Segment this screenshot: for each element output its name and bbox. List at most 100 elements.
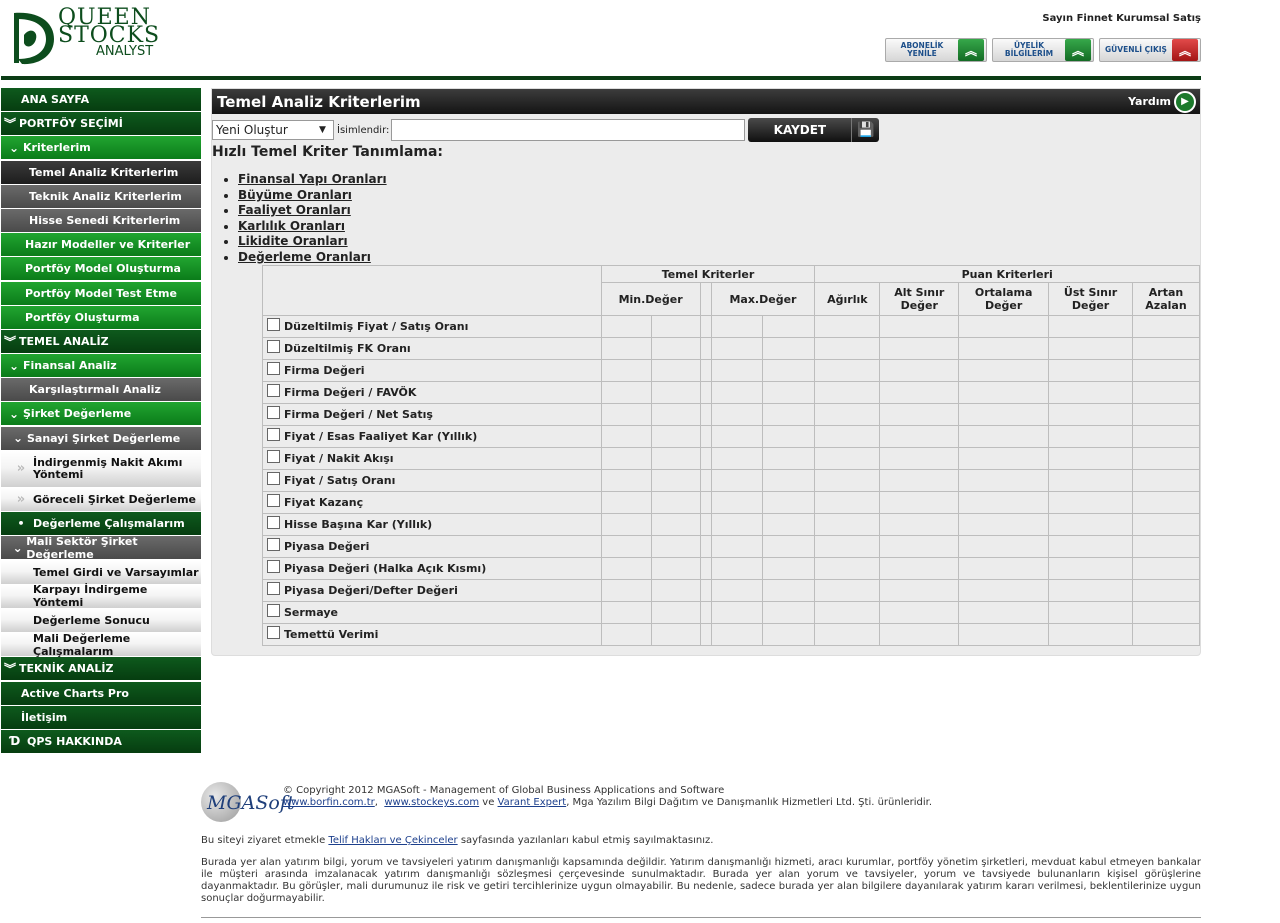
table-cell	[699, 513, 712, 536]
criteria-checkbox[interactable]	[267, 362, 280, 375]
terms-link[interactable]: Telif Hakları ve Çekinceler	[328, 835, 457, 846]
sidebar-item-technical-analysis[interactable]: ︾ TEKNİK ANALİZ	[1, 657, 201, 681]
table-cell	[762, 601, 816, 624]
sidebar-item-label: Şirket Değerleme	[23, 407, 132, 421]
criteria-checkbox[interactable]	[267, 560, 280, 573]
table-row: Piyasa Değeri (Halka Açık Kısmı)	[262, 557, 1201, 580]
sidebar-item-label: Portföy Model Oluşturma	[25, 262, 181, 276]
table-cell	[699, 469, 712, 492]
sidebar-item-stock-criteria[interactable]: Hisse Senedi Kriterlerim	[1, 208, 201, 232]
criteria-select[interactable]: Yeni Oluştur ▼	[212, 120, 334, 140]
help-button[interactable]: Yardım ▶	[1128, 90, 1196, 113]
table-cell	[650, 535, 701, 558]
table-cell	[1131, 535, 1201, 558]
table-cell	[1131, 337, 1201, 360]
table-row: Piyasa Değeri	[262, 535, 1201, 558]
sidebar-nav: ANA SAYFA ︾ PORTFÖY SEÇİMİ ⌄ Kriterlerim T…	[1, 88, 201, 754]
criteria-checkbox[interactable]	[267, 494, 280, 507]
chevron-down-icon: ⌄	[8, 358, 20, 373]
criteria-name-input[interactable]	[391, 119, 746, 141]
save-button[interactable]: KAYDET 💾	[748, 118, 880, 142]
table-cell	[879, 425, 960, 448]
table-cell	[650, 623, 701, 646]
sidebar-item-industrial-valuation[interactable]: ⌄ Sanayi Şirket Değerleme	[1, 426, 201, 450]
sidebar-item-home[interactable]: ANA SAYFA	[1, 88, 201, 111]
criteria-checkbox[interactable]	[267, 582, 280, 595]
sidebar-item-valuation-result[interactable]: Değerleme Sonucu	[1, 608, 201, 632]
queen-stocks-logo[interactable]: QUEEN STOCKS ANALYST	[10, 7, 170, 67]
sidebar-item-financial-valuations[interactable]: Mali Değerleme Çalışmalarım	[1, 632, 201, 658]
criteria-name: Piyasa Değeri	[284, 540, 370, 553]
sidebar-item-dcf-method[interactable]: » İndirgenmiş Nakit Akımı Yöntemi	[1, 450, 201, 487]
table-cell	[1048, 535, 1133, 558]
sidebar-item-ready-models[interactable]: Hazır Modeller ve Kriterler	[1, 233, 201, 257]
sidebar-item-about-qps[interactable]: Ɗ QPS HAKKINDA	[1, 729, 201, 753]
table-row: Fiyat / Nakit Akışı	[262, 447, 1201, 470]
bullet-icon: •	[17, 517, 25, 531]
table-cell	[1048, 601, 1133, 624]
secure-logout-button[interactable]: GÜVENLİ ÇIKIŞ ︽	[1099, 38, 1201, 62]
criteria-name-cell: Düzeltilmiş Fiyat / Satış Oranı	[262, 315, 602, 338]
table-row: Düzeltilmiş Fiyat / Satış Oranı	[262, 315, 1201, 338]
sidebar-item-technical-criteria[interactable]: Teknik Analiz Kriterlerim	[1, 184, 201, 208]
criteria-name-cell: Piyasa Değeri	[262, 535, 602, 558]
sidebar-item-criteria[interactable]: ⌄ Kriterlerim	[1, 136, 201, 160]
sidebar-item-basic-inputs[interactable]: Temel Girdi ve Varsayımlar	[1, 560, 201, 584]
sidebar-item-portfolio-model-test[interactable]: Portföy Model Test Etme	[1, 281, 201, 305]
table-cell	[762, 513, 816, 536]
criteria-checkbox[interactable]	[267, 384, 280, 397]
list-item: Finansal Yapı Oranları	[238, 172, 387, 188]
criteria-checkbox[interactable]	[267, 472, 280, 485]
criteria-checkbox[interactable]	[267, 516, 280, 529]
table-cell	[1048, 469, 1133, 492]
sidebar-item-financial-sector-valuation[interactable]: ⌄ Mali Sektör Şirket Değerleme	[1, 535, 201, 561]
link-financial-structure[interactable]: Finansal Yapı Oranları	[238, 172, 387, 186]
criteria-checkbox[interactable]	[267, 538, 280, 551]
stockeys-link[interactable]: www.stockeys.com	[384, 797, 479, 808]
sidebar-item-relative-valuation[interactable]: » Göreceli Şirket Değerleme	[1, 488, 201, 511]
link-liquidity[interactable]: Likidite Oranları	[238, 234, 348, 248]
table-cell	[699, 359, 712, 382]
sidebar-item-active-charts[interactable]: Active Charts Pro	[1, 681, 201, 705]
sidebar-item-fundamental-analysis[interactable]: ︾ TEMEL ANALİZ	[1, 329, 201, 353]
criteria-checkbox[interactable]	[267, 428, 280, 441]
table-cell	[814, 403, 881, 426]
sidebar-item-financial-analysis[interactable]: ⌄ Finansal Analiz	[1, 354, 201, 378]
varant-expert-link[interactable]: Varant Expert	[498, 797, 567, 808]
table-cell	[710, 403, 764, 426]
link-valuation[interactable]: Değerleme Oranları	[238, 250, 371, 264]
link-activity[interactable]: Faaliyet Oranları	[238, 203, 351, 217]
criteria-name-cell: Firma Değeri	[262, 359, 602, 382]
sidebar-item-fundamental-criteria[interactable]: Temel Analiz Kriterlerim	[1, 160, 201, 184]
sidebar-item-company-valuation[interactable]: ⌄ Şirket Değerleme	[1, 402, 201, 426]
borfin-link[interactable]: www.borfin.com.tr	[283, 797, 375, 808]
criteria-checkbox[interactable]	[267, 340, 280, 353]
sidebar-item-portfolio-create[interactable]: Portföy Oluşturma	[1, 305, 201, 329]
table-cell	[762, 491, 816, 514]
criteria-checkbox[interactable]	[267, 626, 280, 639]
criteria-name: Piyasa Değeri/Defter Değeri	[284, 584, 458, 597]
table-cell	[814, 425, 881, 448]
link-growth[interactable]: Büyüme Oranları	[238, 188, 352, 202]
table-cell	[958, 535, 1050, 558]
sidebar-item-portfolio-model-create[interactable]: Portföy Model Oluşturma	[1, 257, 201, 281]
criteria-checkbox[interactable]	[267, 318, 280, 331]
criteria-checkbox[interactable]	[267, 406, 280, 419]
renew-subscription-button[interactable]: ABONELİK YENİLE ︽	[885, 38, 987, 62]
table-cell	[710, 359, 764, 382]
table-cell	[1131, 491, 1201, 514]
sidebar-item-contact[interactable]: İletişim	[1, 705, 201, 729]
membership-info-button[interactable]: ÜYELİK BİLGİLERİM ︽	[992, 38, 1094, 62]
table-row: Temettü Verimi	[262, 623, 1201, 646]
table-row: Fiyat / Satış Oranı	[262, 469, 1201, 492]
criteria-checkbox[interactable]	[267, 450, 280, 463]
table-cell	[650, 447, 701, 470]
table-cell	[879, 557, 960, 580]
sidebar-item-comparative-analysis[interactable]: Karşılaştırmalı Analiz	[1, 378, 201, 402]
table-header-spacer	[699, 282, 712, 316]
link-profitability[interactable]: Karlılık Oranları	[238, 219, 345, 233]
criteria-checkbox[interactable]	[267, 604, 280, 617]
sidebar-item-my-valuations[interactable]: • Değerleme Çalışmalarım	[1, 512, 201, 536]
sidebar-item-portfolio-selection[interactable]: ︾ PORTFÖY SEÇİMİ	[1, 112, 201, 136]
sidebar-item-dividend-discount[interactable]: Karpayı İndirgeme Yöntemi	[1, 583, 201, 609]
